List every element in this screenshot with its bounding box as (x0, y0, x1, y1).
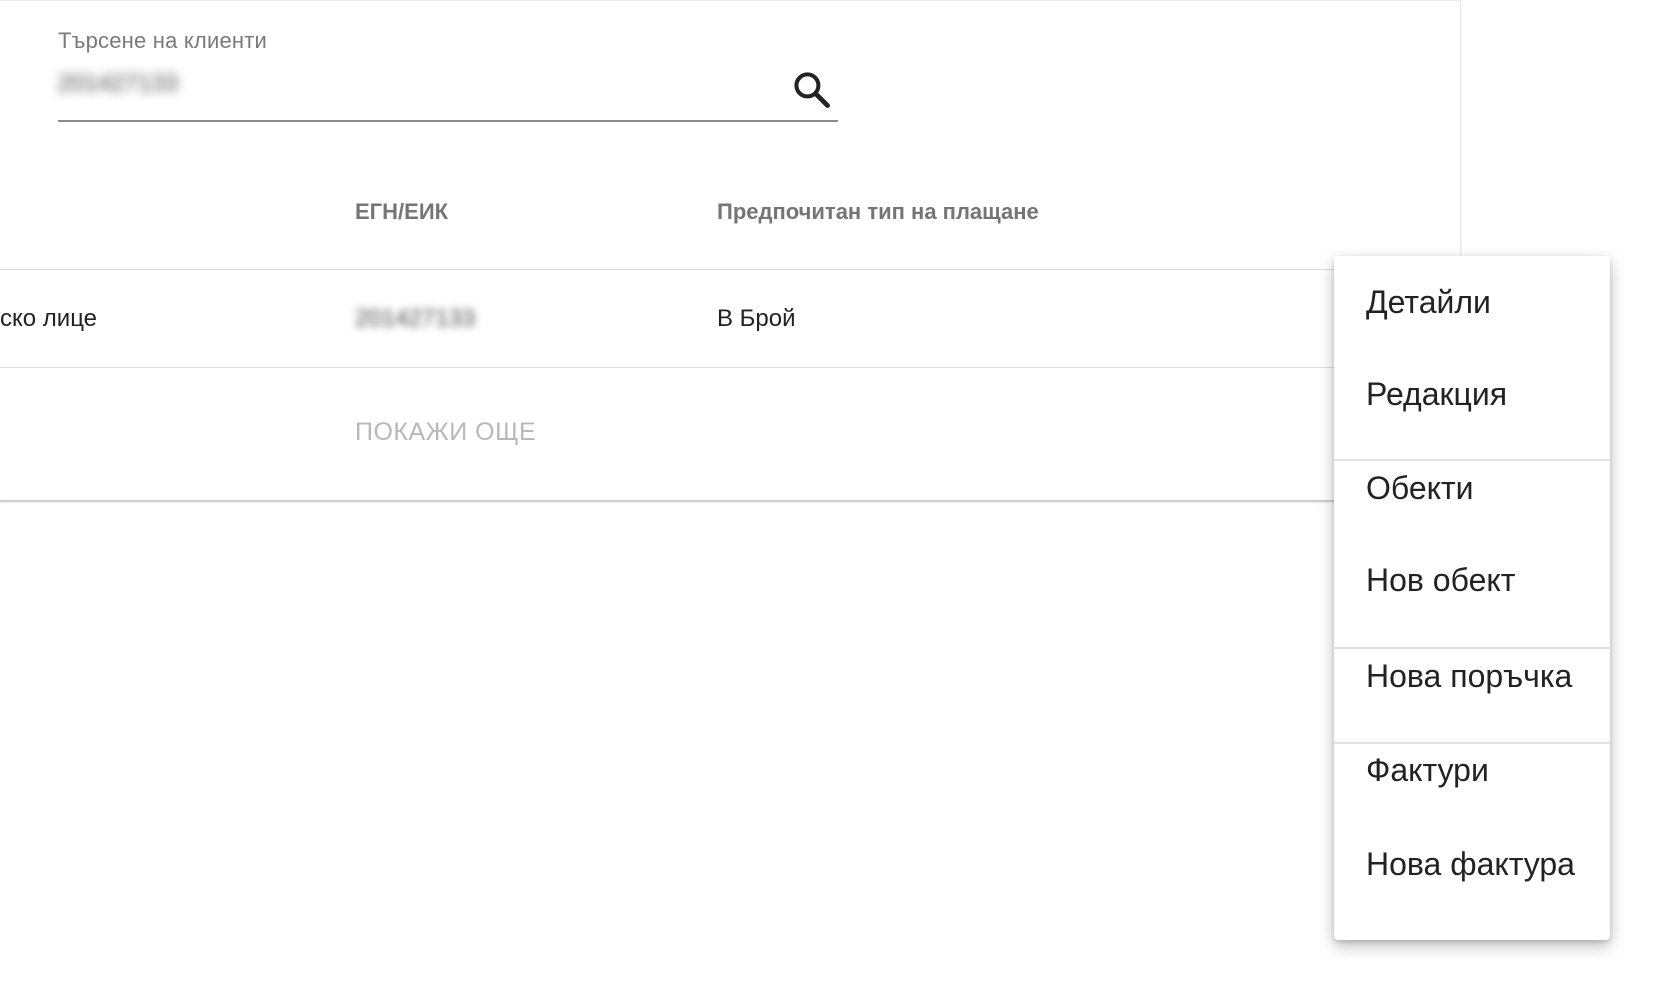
search-underline (58, 120, 838, 122)
menu-item-new-order[interactable]: Нова поръчка (1334, 630, 1610, 722)
search-label: Търсене на клиенти (58, 28, 268, 53)
column-header-payment: Предпочитан тип на плащане (717, 199, 1039, 224)
table-row[interactable]: ско лице 201427133 В Брой (0, 269, 1460, 368)
search-input[interactable]: 201427133 (58, 70, 228, 110)
menu-item-label: Фактури (1366, 752, 1489, 788)
column-header-id: ЕГН/ЕИК (355, 199, 449, 224)
menu-item-new-invoice[interactable]: Нова фактура (1334, 818, 1610, 910)
cell-client-type: ско лице (0, 305, 98, 332)
menu-item-label: Редакция (1366, 376, 1508, 412)
cell-payment: В Брой (717, 305, 796, 332)
show-more-button[interactable]: ПОКАЖИ ОЩЕ (355, 418, 536, 447)
row-context-menu: Детайли Редакция Обекти Нов обект Нова п… (1334, 256, 1610, 940)
menu-item-label: Детайли (1366, 284, 1491, 320)
menu-item-label: Нов обект (1366, 562, 1516, 598)
cell-id: 201427133 (355, 305, 476, 332)
search-icon[interactable] (790, 68, 834, 112)
menu-item-label: Нова фактура (1366, 846, 1575, 882)
menu-item-details[interactable]: Детайли (1334, 256, 1610, 348)
menu-item-new-object[interactable]: Нов обект (1334, 534, 1610, 626)
clients-card: Търсене на клиенти 201427133 ЕГН/ЕИК Пре… (0, 0, 1461, 502)
menu-item-label: Обекти (1366, 470, 1474, 506)
card-top-border (0, 0, 1460, 1)
menu-item-label: Нова поръчка (1366, 658, 1573, 694)
table-header: ЕГН/ЕИК Предпочитан тип на плащане (0, 185, 1460, 270)
menu-item-invoices[interactable]: Фактури (1334, 724, 1610, 816)
menu-item-objects[interactable]: Обекти (1334, 442, 1610, 534)
menu-item-edit[interactable]: Редакция (1334, 348, 1610, 440)
